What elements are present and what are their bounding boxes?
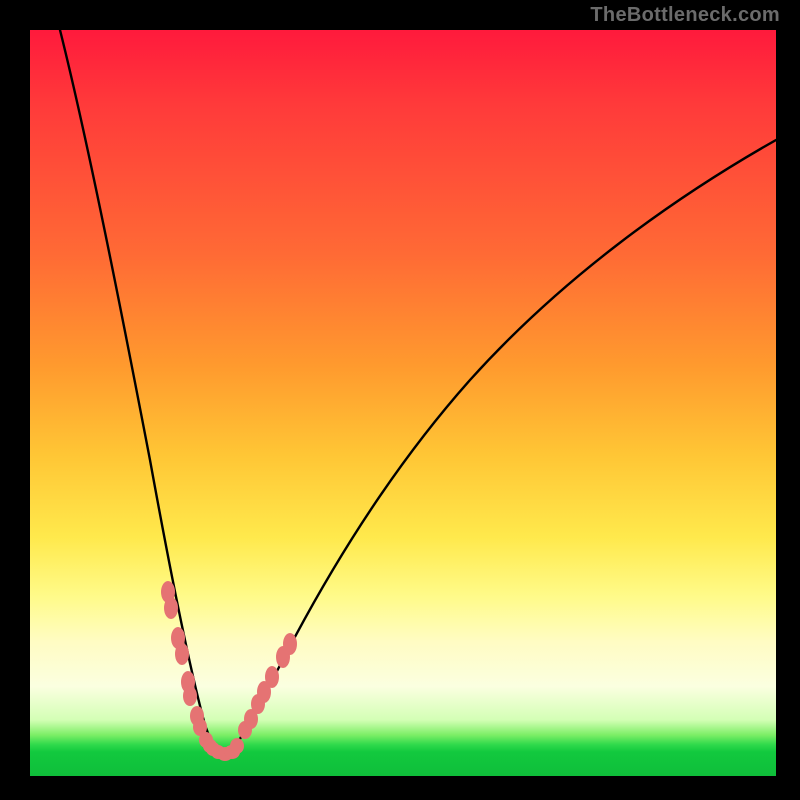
- markers-right: [224, 633, 297, 759]
- watermark-text: TheBottleneck.com: [590, 4, 780, 27]
- curve-left: [60, 30, 224, 754]
- chart-svg: [30, 30, 776, 776]
- plot-area: [30, 30, 776, 776]
- markers-left: [161, 581, 233, 761]
- chart-frame: TheBottleneck.com: [0, 0, 800, 800]
- curve-right: [230, 140, 776, 754]
